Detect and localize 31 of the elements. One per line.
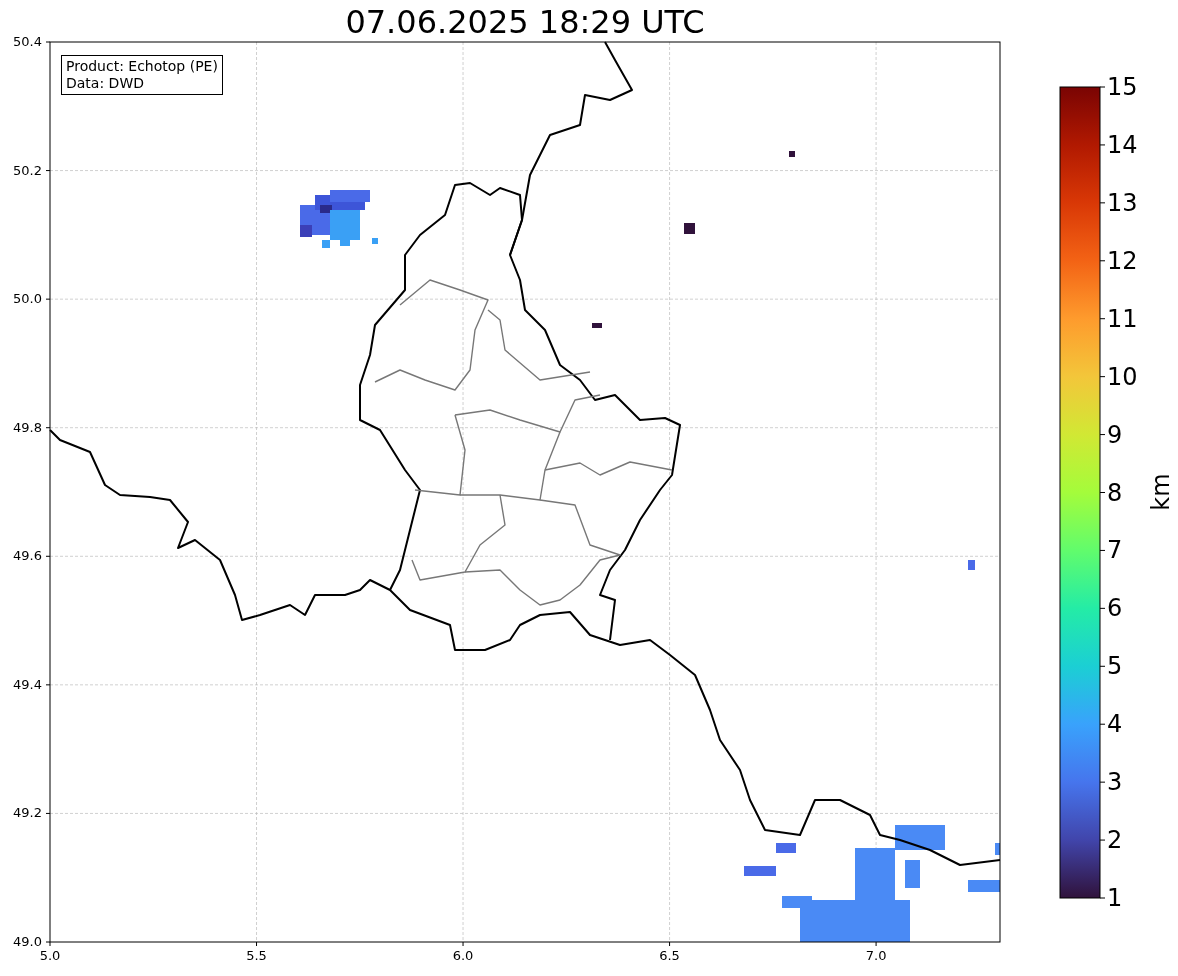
- chart-title: 07.06.2025 18:29 UTC: [344, 2, 706, 42]
- x-axis-tick-label: 5.0: [38, 948, 62, 964]
- colorbar-tick-label: 14: [1107, 130, 1138, 159]
- x-axis-tick-label: 7.0: [864, 948, 888, 964]
- colorbar-tick-label: 13: [1107, 188, 1138, 217]
- colorbar-tick-label: 7: [1107, 536, 1123, 565]
- colorbar-tick-label: 10: [1107, 362, 1138, 391]
- y-axis-tick-label: 49.0: [12, 934, 42, 950]
- y-axis-tick-label: 49.8: [12, 419, 42, 436]
- y-axis-tick-label: 49.4: [12, 676, 42, 693]
- y-axis-tick-label: 50.2: [12, 162, 42, 179]
- info-box: Product: Echotop (PE) Data: DWD: [61, 55, 223, 95]
- x-axis-tick-label: 6.0: [451, 948, 475, 964]
- colorbar-tick-label: 12: [1107, 246, 1138, 275]
- colorbar-tick-label: 5: [1107, 652, 1123, 681]
- colorbar-tick-label: 3: [1107, 768, 1123, 797]
- colorbar-tick-label: 6: [1107, 594, 1123, 623]
- y-axis-tick-label: 50.4: [12, 34, 42, 50]
- colorbar-tick-label: 2: [1107, 826, 1123, 855]
- y-axis-tick-label: 49.2: [12, 805, 42, 822]
- colorbar-tick-label: 9: [1107, 420, 1123, 449]
- colorbar-tick-label: 1: [1107, 884, 1123, 912]
- colorbar-tick-label: 11: [1107, 304, 1138, 333]
- y-axis-tick-label: 49.6: [12, 548, 42, 565]
- x-axis-tick-label: 5.5: [245, 948, 268, 964]
- x-axis-tick-label: 6.5: [658, 948, 681, 964]
- colorbar-tick-label: 4: [1107, 710, 1123, 739]
- y-axis-tick-label: 50.0: [12, 291, 42, 308]
- colorbar-tick-label: 15: [1107, 73, 1138, 101]
- colorbar-tick-label: 8: [1107, 478, 1123, 507]
- colorbar-label: km: [1146, 473, 1175, 511]
